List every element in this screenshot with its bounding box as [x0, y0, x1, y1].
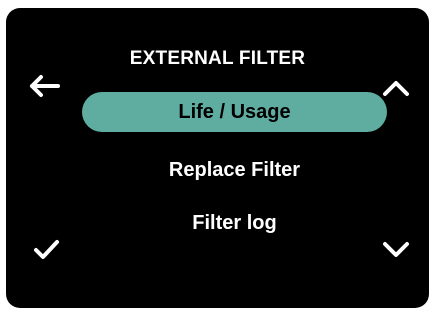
- back-button[interactable]: [24, 66, 64, 106]
- menu-item-life-usage[interactable]: Life / Usage: [82, 92, 387, 132]
- device-screen: EXTERNAL FILTER Life / Usage Replace Fil…: [6, 8, 429, 308]
- arrow-left-icon: [30, 75, 60, 97]
- chevron-down-icon: [383, 242, 409, 257]
- confirm-button[interactable]: [26, 229, 66, 269]
- scroll-down-button[interactable]: [376, 229, 416, 269]
- screen-title: EXTERNAL FILTER: [129, 48, 306, 69]
- checkmark-icon: [34, 240, 59, 259]
- menu-item-filter-log[interactable]: Filter log: [82, 203, 387, 243]
- menu-item-replace-filter[interactable]: Replace Filter: [82, 150, 387, 190]
